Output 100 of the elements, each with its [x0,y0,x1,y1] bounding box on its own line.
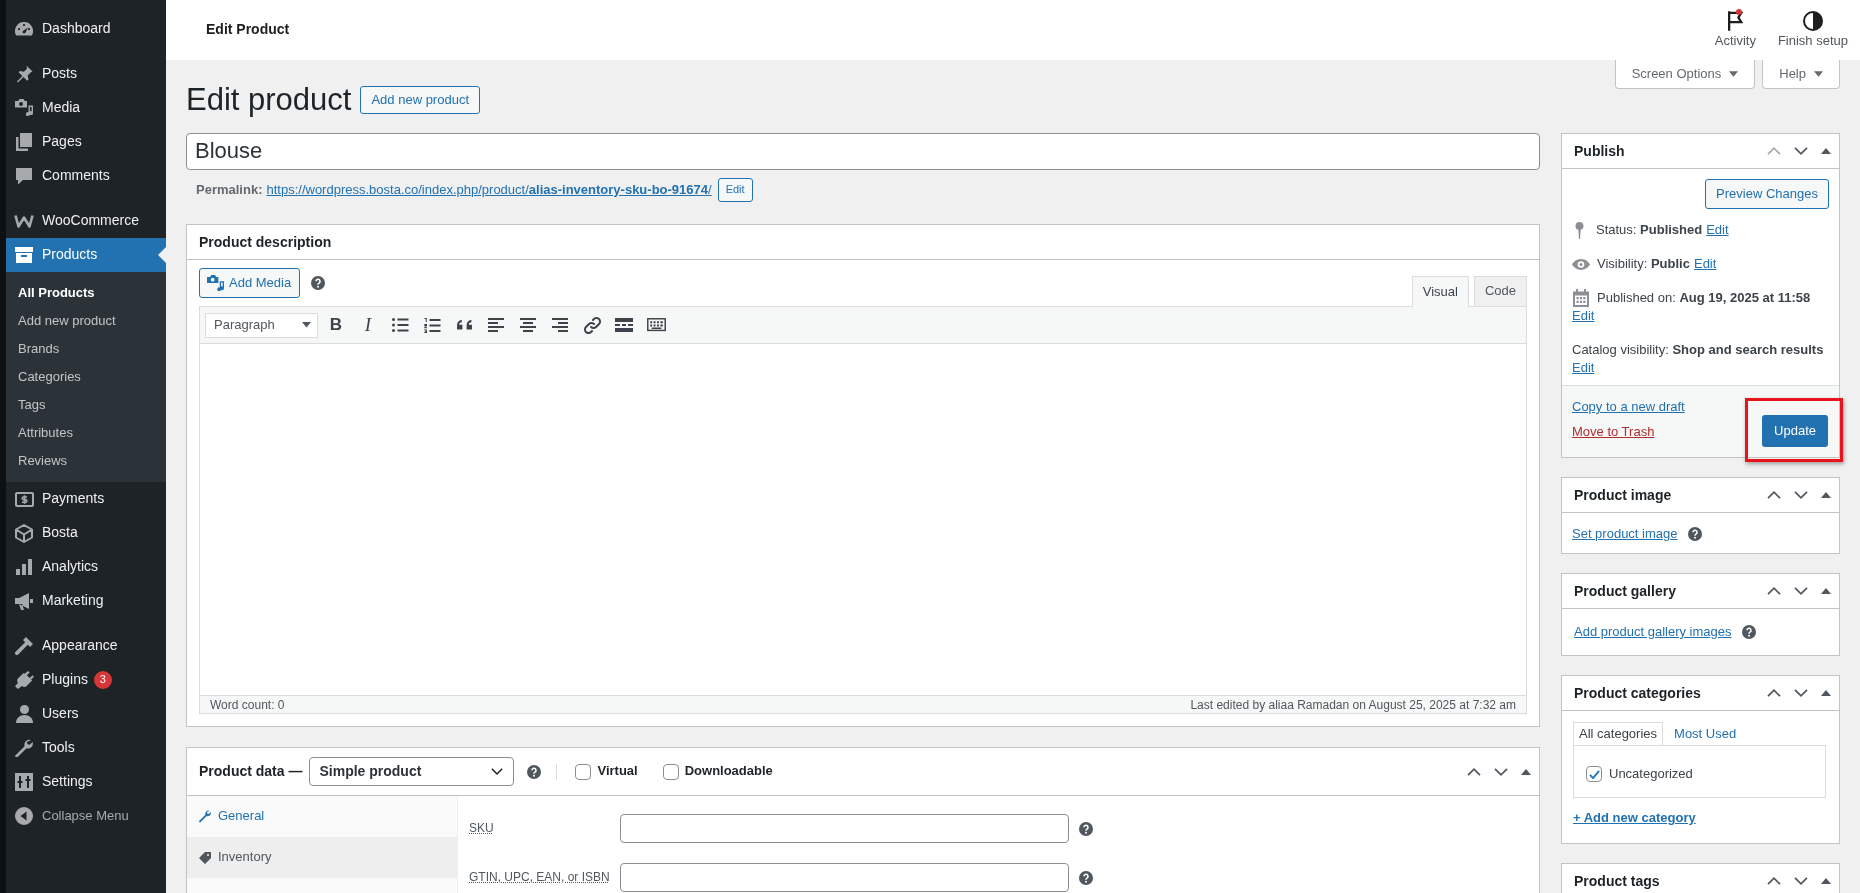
toggle-panel-button[interactable] [1821,148,1831,154]
text-editor[interactable]: Paragraph B I Word count: 0 Last edited by aliaa Ramadan on August 25, 2025 at 7:32 am [199,306,1527,714]
edit-link[interactable]: Edit [1693,255,1717,273]
move-down-button[interactable] [1494,767,1508,776]
menu-item[interactable]: Products [6,238,166,272]
chevron-up-icon [1467,767,1481,776]
move-up-button[interactable] [1467,767,1481,776]
submenu-item[interactable]: Add new product [6,307,166,335]
menu-item[interactable]: Analytics [6,550,166,584]
align-center-icon [520,318,536,332]
permalink-link[interactable]: https://wordpress.bosta.co/index.php/product/alias-inventory-sku-bo-91674/ [266,180,712,200]
menu-item[interactable]: Pages [6,125,166,159]
submenu-item[interactable]: All Products [6,279,166,307]
menu-item[interactable]: Tools [6,731,166,765]
edit-permalink-button[interactable]: Edit [717,178,753,202]
permalink-label: Permalink: [196,180,263,199]
copy-to-draft-link[interactable]: Copy to a new draft [1572,394,1685,419]
move-to-trash-link[interactable]: Move to Trash [1572,419,1655,444]
submenu-item[interactable]: Tags [6,391,166,419]
tab[interactable]: Inventory [187,837,457,878]
screen-meta-tab[interactable]: Help [1762,60,1840,89]
toggle-panel-button[interactable] [1821,588,1831,594]
menu-item[interactable]: Dashboard [6,12,166,46]
add-media-button[interactable]: Add Media [199,268,301,298]
triangle-up-icon [1521,768,1531,775]
submenu-item[interactable]: Categories [6,363,166,391]
align-left-icon [488,318,504,332]
menu-item[interactable]: Comments [6,159,166,193]
submenu-item[interactable]: Attributes [6,419,166,447]
checkbox[interactable] [662,763,679,780]
menu-item[interactable]: WooCommerce [6,204,166,238]
menu-item[interactable]: Payments [6,482,166,516]
move-down-button[interactable] [1794,147,1808,155]
menu-item[interactable]: Users [6,697,166,731]
move-up-button[interactable] [1767,877,1781,886]
add-new-product-button[interactable]: Add new product [360,86,480,114]
panel-link[interactable]: Add product gallery images [1574,623,1732,641]
toggle-panel-button[interactable] [1821,878,1831,885]
tab[interactable]: All categories [1573,722,1664,745]
menu-item[interactable]: Settings [6,765,166,799]
toggle-panel-button[interactable] [1821,492,1831,498]
panel-title: Product categories [1574,684,1701,702]
panel-link[interactable]: Set product image [1572,525,1678,543]
menu-item[interactable]: Posts [6,57,166,91]
input-field[interactable] [620,814,1069,843]
update-button[interactable]: Update [1762,415,1828,447]
caret-icon [1729,71,1739,77]
tab[interactable]: Visual [1411,276,1469,307]
menu-item[interactable]: Plugins 3 [6,663,166,697]
menu-item[interactable]: Appearance [6,629,166,663]
toggle-panel-button[interactable] [1521,768,1531,775]
zigzag-icon [14,214,34,228]
screen-meta-tab[interactable]: Screen Options [1614,60,1756,89]
update-count-badge: 3 [93,671,112,689]
edit-link[interactable]: Edit [1706,221,1729,239]
move-up-button[interactable] [1767,587,1781,595]
camera-note-icon [15,99,33,117]
bold-button[interactable]: B [322,311,350,339]
page-heading: Edit Product [206,20,290,40]
chevron-up-icon [1767,491,1781,499]
italic-button[interactable]: I [354,311,382,339]
menu-item[interactable]: Media [6,91,166,125]
input-field[interactable] [620,863,1069,892]
title-field[interactable]: Blouse [186,133,1540,170]
move-down-button[interactable] [1794,491,1808,499]
align-right-icon [552,318,568,332]
tab[interactable]: General [187,796,457,837]
bar-chart-icon [16,559,32,575]
speech-bubble-icon [16,167,32,185]
toggle-panel-button[interactable] [1821,690,1831,696]
preview-changes-button[interactable]: Preview Changes [1705,179,1829,209]
checkbox[interactable] [1586,766,1602,782]
menu-item[interactable]: Marketing [6,584,166,618]
edit-link[interactable]: Edit [1572,359,1595,377]
move-up-button[interactable] [1767,689,1781,697]
checkbox[interactable] [575,763,592,780]
submenu-item[interactable]: Reviews [6,447,166,475]
product-type-select[interactable]: Simple product [309,757,515,786]
tab[interactable]: Most Used [1668,722,1743,745]
toolbar-button[interactable]: Activity [1714,11,1756,49]
add-new-category-link[interactable]: + Add new category [1573,809,1696,827]
move-down-button[interactable] [1794,877,1808,886]
format-select[interactable]: Paragraph [205,312,318,338]
plug-icon [14,671,34,689]
chevron-down-icon [1794,689,1808,697]
help-icon [1741,625,1756,639]
tab[interactable]: Code [1473,276,1527,306]
move-down-button[interactable] [1794,587,1808,595]
move-down-button[interactable] [1794,689,1808,697]
edit-link[interactable]: Edit [1572,307,1595,325]
menu-item[interactable]: Bosta [6,516,166,550]
hammer-icon [15,636,33,656]
page-title: Edit product [186,81,352,119]
move-up-button[interactable] [1767,491,1781,499]
toolbar-button[interactable]: Finish setup [1777,11,1848,49]
caret-icon [302,322,311,328]
submenu-item[interactable]: Brands [6,335,166,363]
field-label: GTIN, UPC, EAN, or ISBN [469,869,611,886]
collapse-menu-button[interactable]: Collapse Menu [6,799,166,833]
chevron-down-icon [1494,767,1508,776]
